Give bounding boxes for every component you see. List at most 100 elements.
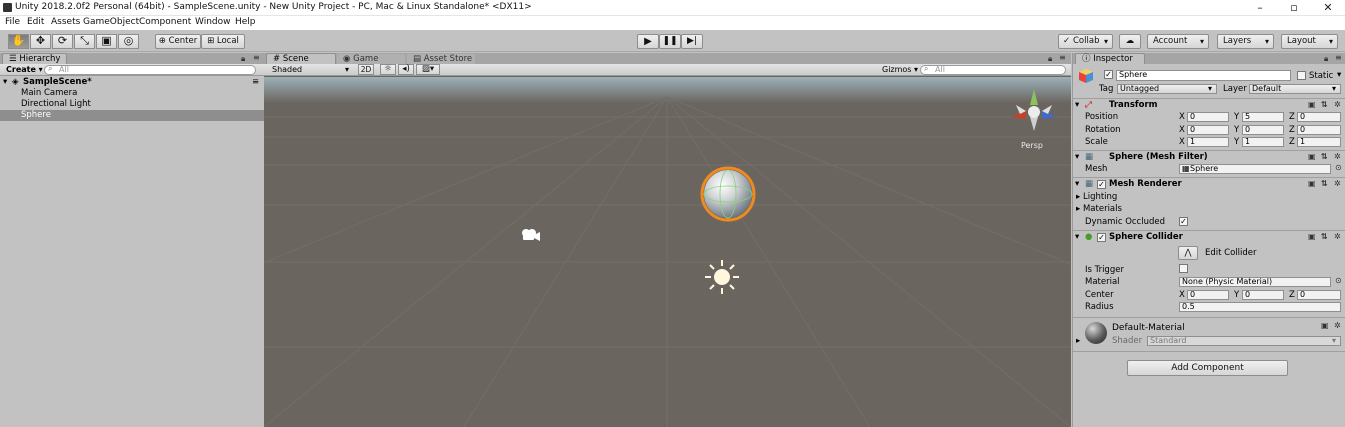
help-icon[interactable]: ▣ — [1308, 232, 1316, 241]
menu-assets[interactable]: Assets — [51, 17, 80, 27]
directional-light-gizmo-icon[interactable] — [705, 260, 739, 294]
play-button[interactable]: ▶ — [637, 34, 659, 49]
scene-menu-icon[interactable]: ≡ — [1059, 53, 1066, 62]
hierarchy-item-directional-light[interactable]: Directional Light — [0, 99, 264, 110]
scene-audio-icon[interactable]: ◂) — [398, 64, 414, 75]
transform-foldout-icon[interactable]: ▾ — [1075, 100, 1079, 110]
hierarchy-search-input[interactable]: All — [44, 65, 256, 75]
lock-icon[interactable]: 🔒︎ — [241, 54, 245, 64]
scale-tool-icon[interactable]: ⤡ — [74, 34, 95, 49]
center-z-field[interactable]: 0 — [1297, 290, 1341, 300]
scale-x-field[interactable]: 1 — [1187, 137, 1229, 147]
tab-scene[interactable]: # Scene — [266, 53, 336, 64]
rotation-y-field[interactable]: 0 — [1242, 125, 1284, 135]
hand-tool-icon[interactable]: ✋ — [8, 34, 29, 49]
rotate-tool-icon[interactable]: ⟳ — [52, 34, 73, 49]
shading-mode-dropdown[interactable]: Shaded — [272, 65, 302, 74]
mesh-renderer-header[interactable]: ▾ ▦ ✓ Mesh Renderer ▣ ⇅ ✲ — [1073, 179, 1345, 192]
help-icon[interactable]: ▣ — [1321, 321, 1329, 330]
object-name-field[interactable]: Sphere — [1116, 70, 1291, 81]
menu-gameobject[interactable]: GameObject — [83, 17, 139, 27]
hierarchy-item-main-camera[interactable]: Main Camera — [0, 88, 264, 99]
sphere-collider-header[interactable]: ▾ ● ✓ Sphere Collider ▣ ⇅ ✲ — [1073, 232, 1345, 245]
shader-dropdown[interactable]: Standard — [1147, 336, 1341, 346]
component-gear-icon[interactable]: ✲ — [1334, 179, 1341, 188]
mesh-filter-foldout-icon[interactable]: ▾ — [1075, 152, 1079, 162]
sphere-collider-enabled-checkbox[interactable]: ✓ — [1097, 233, 1106, 242]
tab-inspector[interactable]: ⓘ Inspector — [1075, 53, 1145, 64]
menu-window[interactable]: Window — [195, 17, 231, 27]
component-gear-icon[interactable]: ✲ — [1334, 100, 1341, 109]
radius-field[interactable]: 0.5 — [1179, 302, 1341, 312]
position-y-field[interactable]: 5 — [1242, 112, 1284, 122]
object-picker-icon[interactable]: ⊙ — [1335, 163, 1342, 172]
hierarchy-item-sphere[interactable]: Sphere — [0, 110, 264, 121]
scale-z-field[interactable]: 1 — [1297, 137, 1341, 147]
static-checkbox[interactable] — [1297, 71, 1306, 80]
layers-dropdown[interactable]: Layers — [1217, 34, 1274, 49]
scene-viewport[interactable]: Persp — [264, 77, 1071, 427]
tag-dropdown[interactable]: Untagged — [1117, 84, 1217, 94]
sphere-object[interactable] — [700, 166, 756, 222]
position-x-field[interactable]: 0 — [1187, 112, 1229, 122]
persp-label[interactable]: Persp — [1021, 141, 1043, 150]
step-button[interactable]: ▶| — [681, 34, 703, 49]
scene-lock-icon[interactable]: 🔒︎ — [1048, 54, 1052, 64]
is-trigger-checkbox[interactable] — [1179, 264, 1188, 273]
tab-hierarchy[interactable]: ☰ Hierarchy — [2, 53, 68, 64]
rotation-x-field[interactable]: 0 — [1187, 125, 1229, 135]
rotation-z-field[interactable]: 0 — [1297, 125, 1341, 135]
mesh-renderer-foldout-icon[interactable]: ▾ — [1075, 179, 1079, 189]
pause-button[interactable]: ❚❚ — [659, 34, 681, 49]
inspector-menu-icon[interactable]: ≡ — [1335, 53, 1342, 62]
position-z-field[interactable]: 0 — [1297, 112, 1341, 122]
scene-search-input[interactable]: All — [920, 65, 1066, 75]
mesh-renderer-enabled-checkbox[interactable]: ✓ — [1097, 180, 1106, 189]
mesh-field[interactable]: ▦ Sphere — [1179, 164, 1331, 174]
minimize-icon[interactable]: – — [1243, 0, 1277, 16]
preset-icon[interactable]: ⇅ — [1321, 152, 1328, 161]
shading-dropdown-arrow-icon[interactable]: ▾ — [345, 65, 349, 74]
scene-lighting-icon[interactable]: ☼ — [380, 64, 396, 75]
lighting-foldout[interactable]: ▸ Lighting — [1076, 192, 1117, 202]
menu-edit[interactable]: Edit — [27, 17, 44, 27]
edit-collider-button[interactable]: ⋀ — [1178, 246, 1198, 260]
menu-file[interactable]: File — [5, 17, 20, 27]
panel-menu-icon[interactable]: ≡ — [253, 53, 260, 62]
menu-help[interactable]: Help — [235, 17, 256, 27]
physic-material-field[interactable]: None (Physic Material) — [1179, 277, 1331, 287]
camera-gizmo-icon[interactable] — [522, 229, 540, 241]
help-icon[interactable]: ▣ — [1308, 179, 1316, 188]
dynamic-occluded-checkbox[interactable]: ✓ — [1179, 217, 1188, 226]
help-icon[interactable]: ▣ — [1308, 152, 1316, 161]
preset-icon[interactable]: ⇅ — [1321, 179, 1328, 188]
preset-icon[interactable]: ⇅ — [1321, 100, 1328, 109]
preset-icon[interactable]: ⇅ — [1321, 232, 1328, 241]
center-x-field[interactable]: 0 — [1187, 290, 1229, 300]
help-icon[interactable]: ▣ — [1308, 100, 1316, 109]
close-icon[interactable]: ✕ — [1311, 0, 1345, 16]
scene-row[interactable]: ▾ ◈ SampleScene* ≡ — [0, 77, 264, 88]
scale-y-field[interactable]: 1 — [1242, 137, 1284, 147]
sphere-collider-foldout-icon[interactable]: ▾ — [1075, 232, 1079, 242]
scene-menu-icon[interactable]: ≡ — [252, 77, 259, 88]
materials-foldout[interactable]: ▸ Materials — [1076, 204, 1122, 214]
layer-dropdown[interactable]: Default — [1249, 84, 1341, 94]
2d-toggle-button[interactable]: 2D — [358, 64, 374, 75]
material-foldout-icon[interactable]: ▸ — [1076, 336, 1080, 346]
component-gear-icon[interactable]: ✲ — [1334, 321, 1341, 330]
material-picker-icon[interactable]: ⊙ — [1335, 276, 1342, 285]
menu-component[interactable]: Component — [139, 17, 191, 27]
move-tool-icon[interactable]: ✥ — [30, 34, 51, 49]
gizmos-dropdown[interactable]: Gizmos ▾ — [882, 65, 918, 74]
collab-dropdown[interactable]: ✓ Collab — [1058, 34, 1113, 49]
space-local-button[interactable]: ⊞ Local — [201, 34, 245, 49]
static-dropdown-icon[interactable]: ▾ — [1337, 70, 1341, 80]
component-gear-icon[interactable]: ✲ — [1334, 152, 1341, 161]
tab-game[interactable]: ◉ Game — [336, 53, 406, 64]
center-y-field[interactable]: 0 — [1242, 290, 1284, 300]
account-dropdown[interactable]: Account — [1147, 34, 1209, 49]
maximize-icon[interactable]: ▫ — [1277, 0, 1311, 16]
layout-dropdown[interactable]: Layout — [1281, 34, 1338, 49]
create-button[interactable]: Create ▾ — [6, 65, 43, 74]
